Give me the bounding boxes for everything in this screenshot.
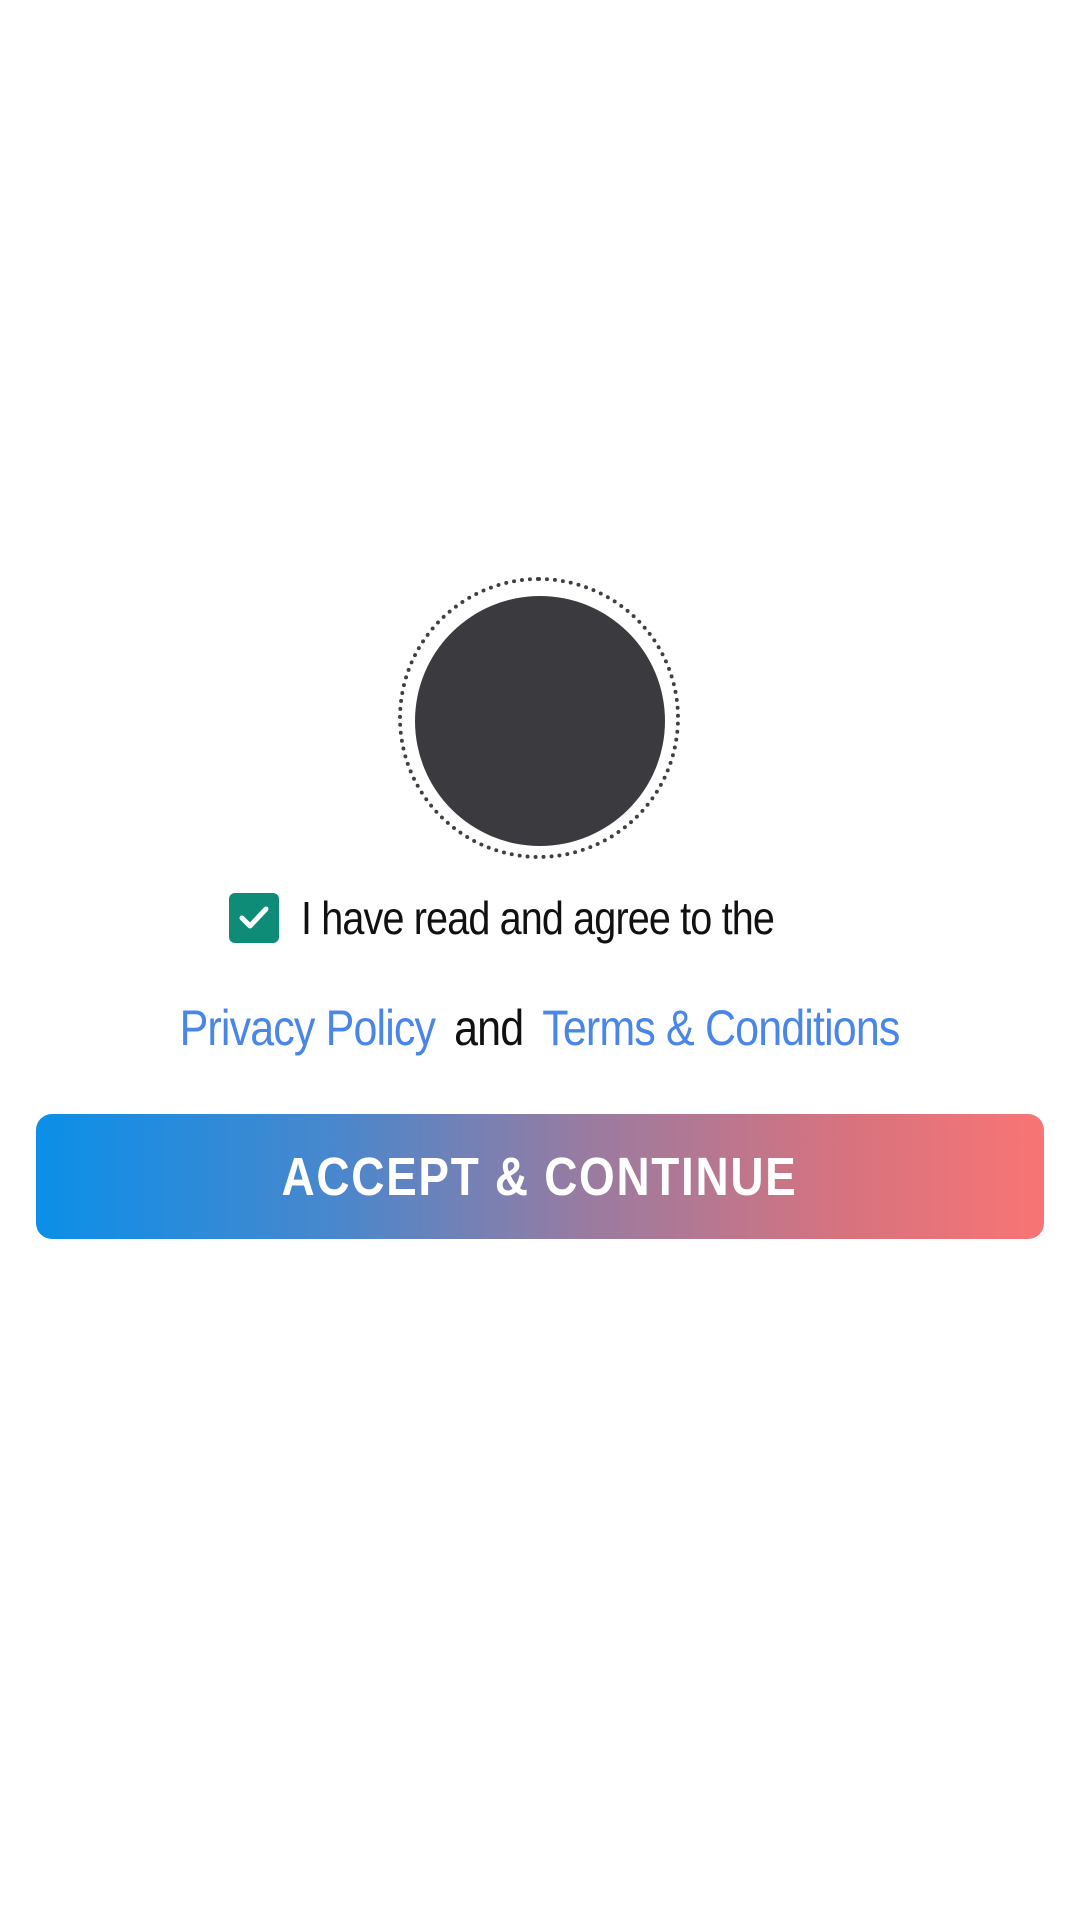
agree-row: I have read and agree to the: [0, 888, 1080, 948]
consent-screen: I have read and agree to the Privacy Pol…: [0, 0, 1080, 1920]
checkmark-icon: [239, 906, 269, 929]
policy-links-row: Privacy Policy and Terms & Conditions: [0, 993, 1080, 1063]
agree-text: I have read and agree to the: [301, 892, 775, 944]
accept-continue-label: ACCEPT & CONTINUE: [282, 1146, 798, 1207]
privacy-policy-link[interactable]: Privacy Policy: [180, 999, 436, 1057]
app-logo-icon: [415, 596, 665, 846]
accept-continue-button[interactable]: ACCEPT & CONTINUE: [36, 1114, 1044, 1239]
and-text: and: [454, 1000, 525, 1056]
terms-conditions-link[interactable]: Terms & Conditions: [543, 999, 901, 1057]
agree-checkbox[interactable]: [229, 893, 279, 943]
